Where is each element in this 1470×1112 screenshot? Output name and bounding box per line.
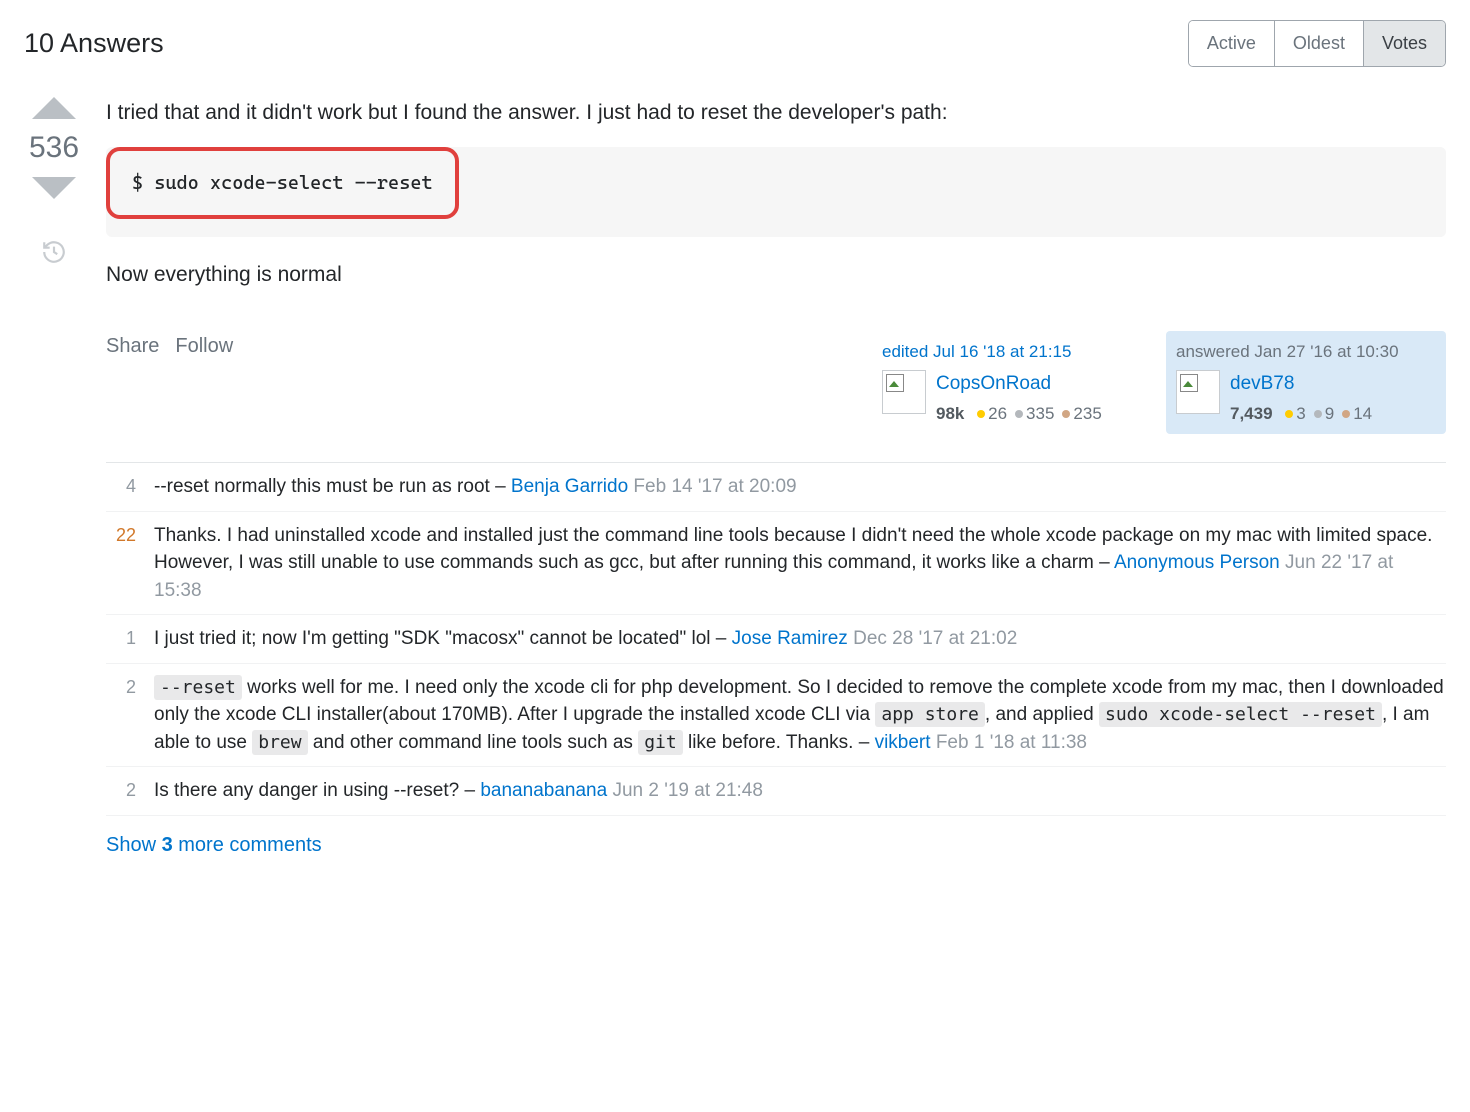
comment-text: , and applied (985, 704, 1099, 725)
code-highlight-box: $ sudo xcode-select --reset (106, 147, 459, 220)
answer-body: I tried that and it didn't work but I fo… (106, 97, 1446, 864)
comment-text: --reset normally this must be run as roo… (154, 476, 511, 497)
vote-column: 536 (24, 97, 84, 864)
comment: 2--reset works well for me. I need only … (106, 664, 1446, 768)
timeline-icon[interactable] (41, 239, 67, 269)
comment-date: Jun 2 '19 at 21:48 (607, 780, 763, 801)
sort-tab-active[interactable]: Active (1189, 21, 1275, 66)
gold-badge-icon (1285, 410, 1293, 418)
comment: 4 --reset normally this must be run as ro… (106, 463, 1446, 512)
downvote-button[interactable] (32, 177, 76, 199)
comment-text: Is there any danger in using --reset? – (154, 780, 480, 801)
answers-count-title: 10 Answers (24, 28, 164, 59)
bronze-badge-icon (1062, 410, 1070, 418)
broken-image-icon (1180, 374, 1198, 392)
editor-name[interactable]: CopsOnRoad (936, 370, 1102, 399)
comment-body: I just tried it; now I'm getting "SDK "m… (154, 625, 1446, 653)
comment-date: Feb 14 '17 at 20:09 (628, 476, 796, 497)
comment-date: Dec 28 '17 at 21:02 (848, 628, 1017, 649)
answered-label: answered Jan 27 '16 at 10:30 (1176, 339, 1436, 365)
user-cards: edited Jul 16 '18 at 21:15 CopsOnRoad 98… (872, 331, 1446, 435)
edited-link[interactable]: edited Jul 16 '18 at 21:15 (882, 339, 1142, 365)
editor-card: edited Jul 16 '18 at 21:15 CopsOnRoad 98… (872, 331, 1152, 435)
editor-rep: 98k 26 335 235 (936, 401, 1102, 427)
comments-list: 4 --reset normally this must be run as ro… (106, 462, 1446, 816)
vote-count: 536 (29, 131, 79, 165)
comment-score: 4 (106, 473, 136, 501)
inline-code: app store (875, 702, 985, 727)
comment: 2 Is there any danger in using --reset? –… (106, 767, 1446, 816)
inline-code: git (638, 730, 683, 755)
comment-date: Feb 1 '18 at 11:38 (931, 732, 1087, 753)
comment-body: --reset works well for me. I need only t… (154, 674, 1446, 757)
answer-intro-text: I tried that and it didn't work but I fo… (106, 97, 1446, 129)
share-link[interactable]: Share (106, 331, 159, 361)
comment-text: I just tried it; now I'm getting "SDK "m… (154, 628, 732, 649)
editor-avatar[interactable] (882, 370, 926, 414)
comment: 1 I just tried it; now I'm getting "SDK "… (106, 615, 1446, 664)
silver-badge-icon (1015, 410, 1023, 418)
code-content: $ sudo xcode-select --reset (110, 151, 455, 216)
gold-badge-icon (977, 410, 985, 418)
code-bg-extension (459, 147, 1446, 238)
comment-text: and other command line tools such as (308, 732, 639, 753)
answer-outro-text: Now everything is normal (106, 259, 1446, 291)
author-rep: 7,439 3 9 14 (1230, 401, 1372, 427)
comment-body: Is there any danger in using --reset? – … (154, 777, 1446, 805)
sort-tabs: ActiveOldestVotes (1188, 20, 1446, 67)
comment-user-link[interactable]: Benja Garrido (511, 476, 628, 497)
comment: 22Thanks. I had uninstalled xcode and in… (106, 512, 1446, 616)
comment-user-link[interactable]: bananabanana (480, 780, 607, 801)
comment-score: 2 (106, 777, 136, 805)
comment-user-link[interactable]: Anonymous Person (1114, 552, 1280, 573)
post-actions-row: Share Follow edited Jul 16 '18 at 21:15 … (106, 331, 1446, 435)
inline-code: --reset (154, 675, 242, 700)
comment-body: --reset normally this must be run as roo… (154, 473, 1446, 501)
comment-user-link[interactable]: Jose Ramirez (732, 628, 848, 649)
answer: 536 I tried that and it didn't work but … (24, 97, 1446, 864)
silver-badge-icon (1314, 410, 1322, 418)
action-links: Share Follow (106, 331, 233, 361)
broken-image-icon (886, 374, 904, 392)
sort-tab-oldest[interactable]: Oldest (1275, 21, 1364, 66)
show-more-comments-link[interactable]: Show 3 more comments (106, 816, 1446, 864)
comment-user-link[interactable]: vikbert (875, 732, 931, 753)
answers-header: 10 Answers ActiveOldestVotes (24, 20, 1446, 67)
author-card: answered Jan 27 '16 at 10:30 devB78 7,43… (1166, 331, 1446, 435)
inline-code: brew (252, 730, 307, 755)
author-name[interactable]: devB78 (1230, 370, 1372, 399)
comment-score: 22 (106, 522, 136, 605)
code-block: $ sudo xcode-select --reset (106, 147, 1446, 238)
comment-score: 2 (106, 674, 136, 757)
upvote-button[interactable] (32, 97, 76, 119)
sort-tab-votes[interactable]: Votes (1364, 21, 1445, 66)
inline-code: sudo xcode-select --reset (1099, 702, 1382, 727)
comment-text: like before. Thanks. – (683, 732, 875, 753)
comment-score: 1 (106, 625, 136, 653)
bronze-badge-icon (1342, 410, 1350, 418)
follow-link[interactable]: Follow (175, 331, 233, 361)
author-avatar[interactable] (1176, 370, 1220, 414)
comment-body: Thanks. I had uninstalled xcode and inst… (154, 522, 1446, 605)
